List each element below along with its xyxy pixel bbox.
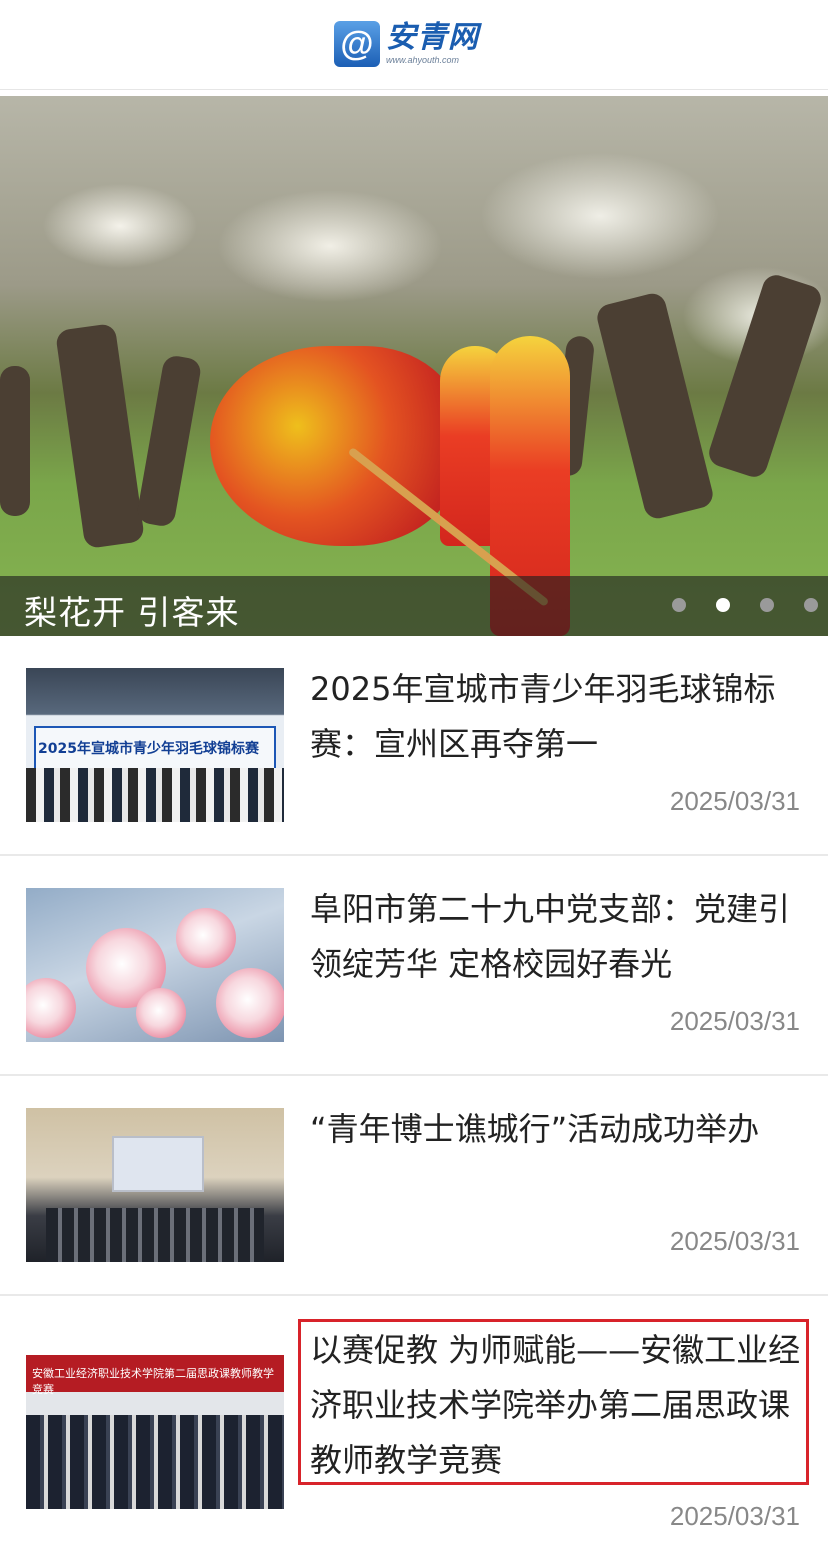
tree-trunk (705, 271, 825, 481)
article-title[interactable]: “青年博士谯城行”活动成功举办 (310, 1102, 805, 1157)
tree-trunk (594, 290, 716, 522)
carousel-dot[interactable] (672, 598, 686, 612)
carousel-indicator (672, 598, 818, 612)
dragon-head-image (210, 346, 460, 546)
tree-trunk (54, 322, 146, 550)
app-header: @ 安青网 www.ahyouth.com (0, 0, 828, 90)
list-item[interactable]: 阜阳市第二十九中党支部：党建引领绽芳华 定格校园好春光 2025/03/31 (0, 856, 828, 1076)
carousel-dot-active[interactable] (716, 598, 730, 612)
article-thumbnail: 2025年宣城市青少年羽毛球锦标赛 (26, 668, 284, 822)
selection-highlight-box (298, 1319, 809, 1485)
thumbnail-sign-text: 2025年宣城市青少年羽毛球锦标赛 (38, 741, 259, 757)
tree-trunk (135, 353, 203, 529)
list-item[interactable]: 2025年宣城市青少年羽毛球锦标赛 2025年宣城市青少年羽毛球锦标赛：宣州区再… (0, 636, 828, 856)
banner-carousel[interactable]: 梨花开 引客来 (0, 96, 828, 636)
banner-caption: 梨花开 引客来 (24, 593, 240, 632)
tree-trunk (0, 366, 30, 516)
article-title[interactable]: 阜阳市第二十九中党支部：党建引领绽芳华 定格校园好春光 (310, 882, 805, 992)
article-title[interactable]: 2025年宣城市青少年羽毛球锦标赛：宣州区再夺第一 (310, 662, 805, 772)
article-date: 2025/03/31 (669, 1006, 800, 1036)
site-logo[interactable]: @ 安青网 www.ahyouth.com (334, 20, 479, 68)
article-date: 2025/03/31 (669, 1501, 800, 1531)
carousel-dot[interactable] (804, 598, 818, 612)
banner-caption-bar: 梨花开 引客来 (0, 576, 828, 636)
article-thumbnail (26, 888, 284, 1042)
logo-url: www.ahyouth.com (386, 55, 460, 65)
logo-name: 安青网 (386, 20, 479, 55)
article-thumbnail: 安徽工业经济职业技术学院第二届思政课教师教学竞赛 (26, 1355, 284, 1509)
article-thumbnail (26, 1108, 284, 1262)
article-date: 2025/03/31 (669, 1226, 800, 1256)
thumbnail-sign-text: 安徽工业经济职业技术学院第二届思政课教师教学竞赛 (32, 1367, 274, 1396)
list-item[interactable]: “青年博士谯城行”活动成功举办 2025/03/31 (0, 1076, 828, 1296)
carousel-dot[interactable] (760, 598, 774, 612)
logo-at-icon: @ (334, 21, 380, 67)
article-date: 2025/03/31 (669, 786, 800, 816)
